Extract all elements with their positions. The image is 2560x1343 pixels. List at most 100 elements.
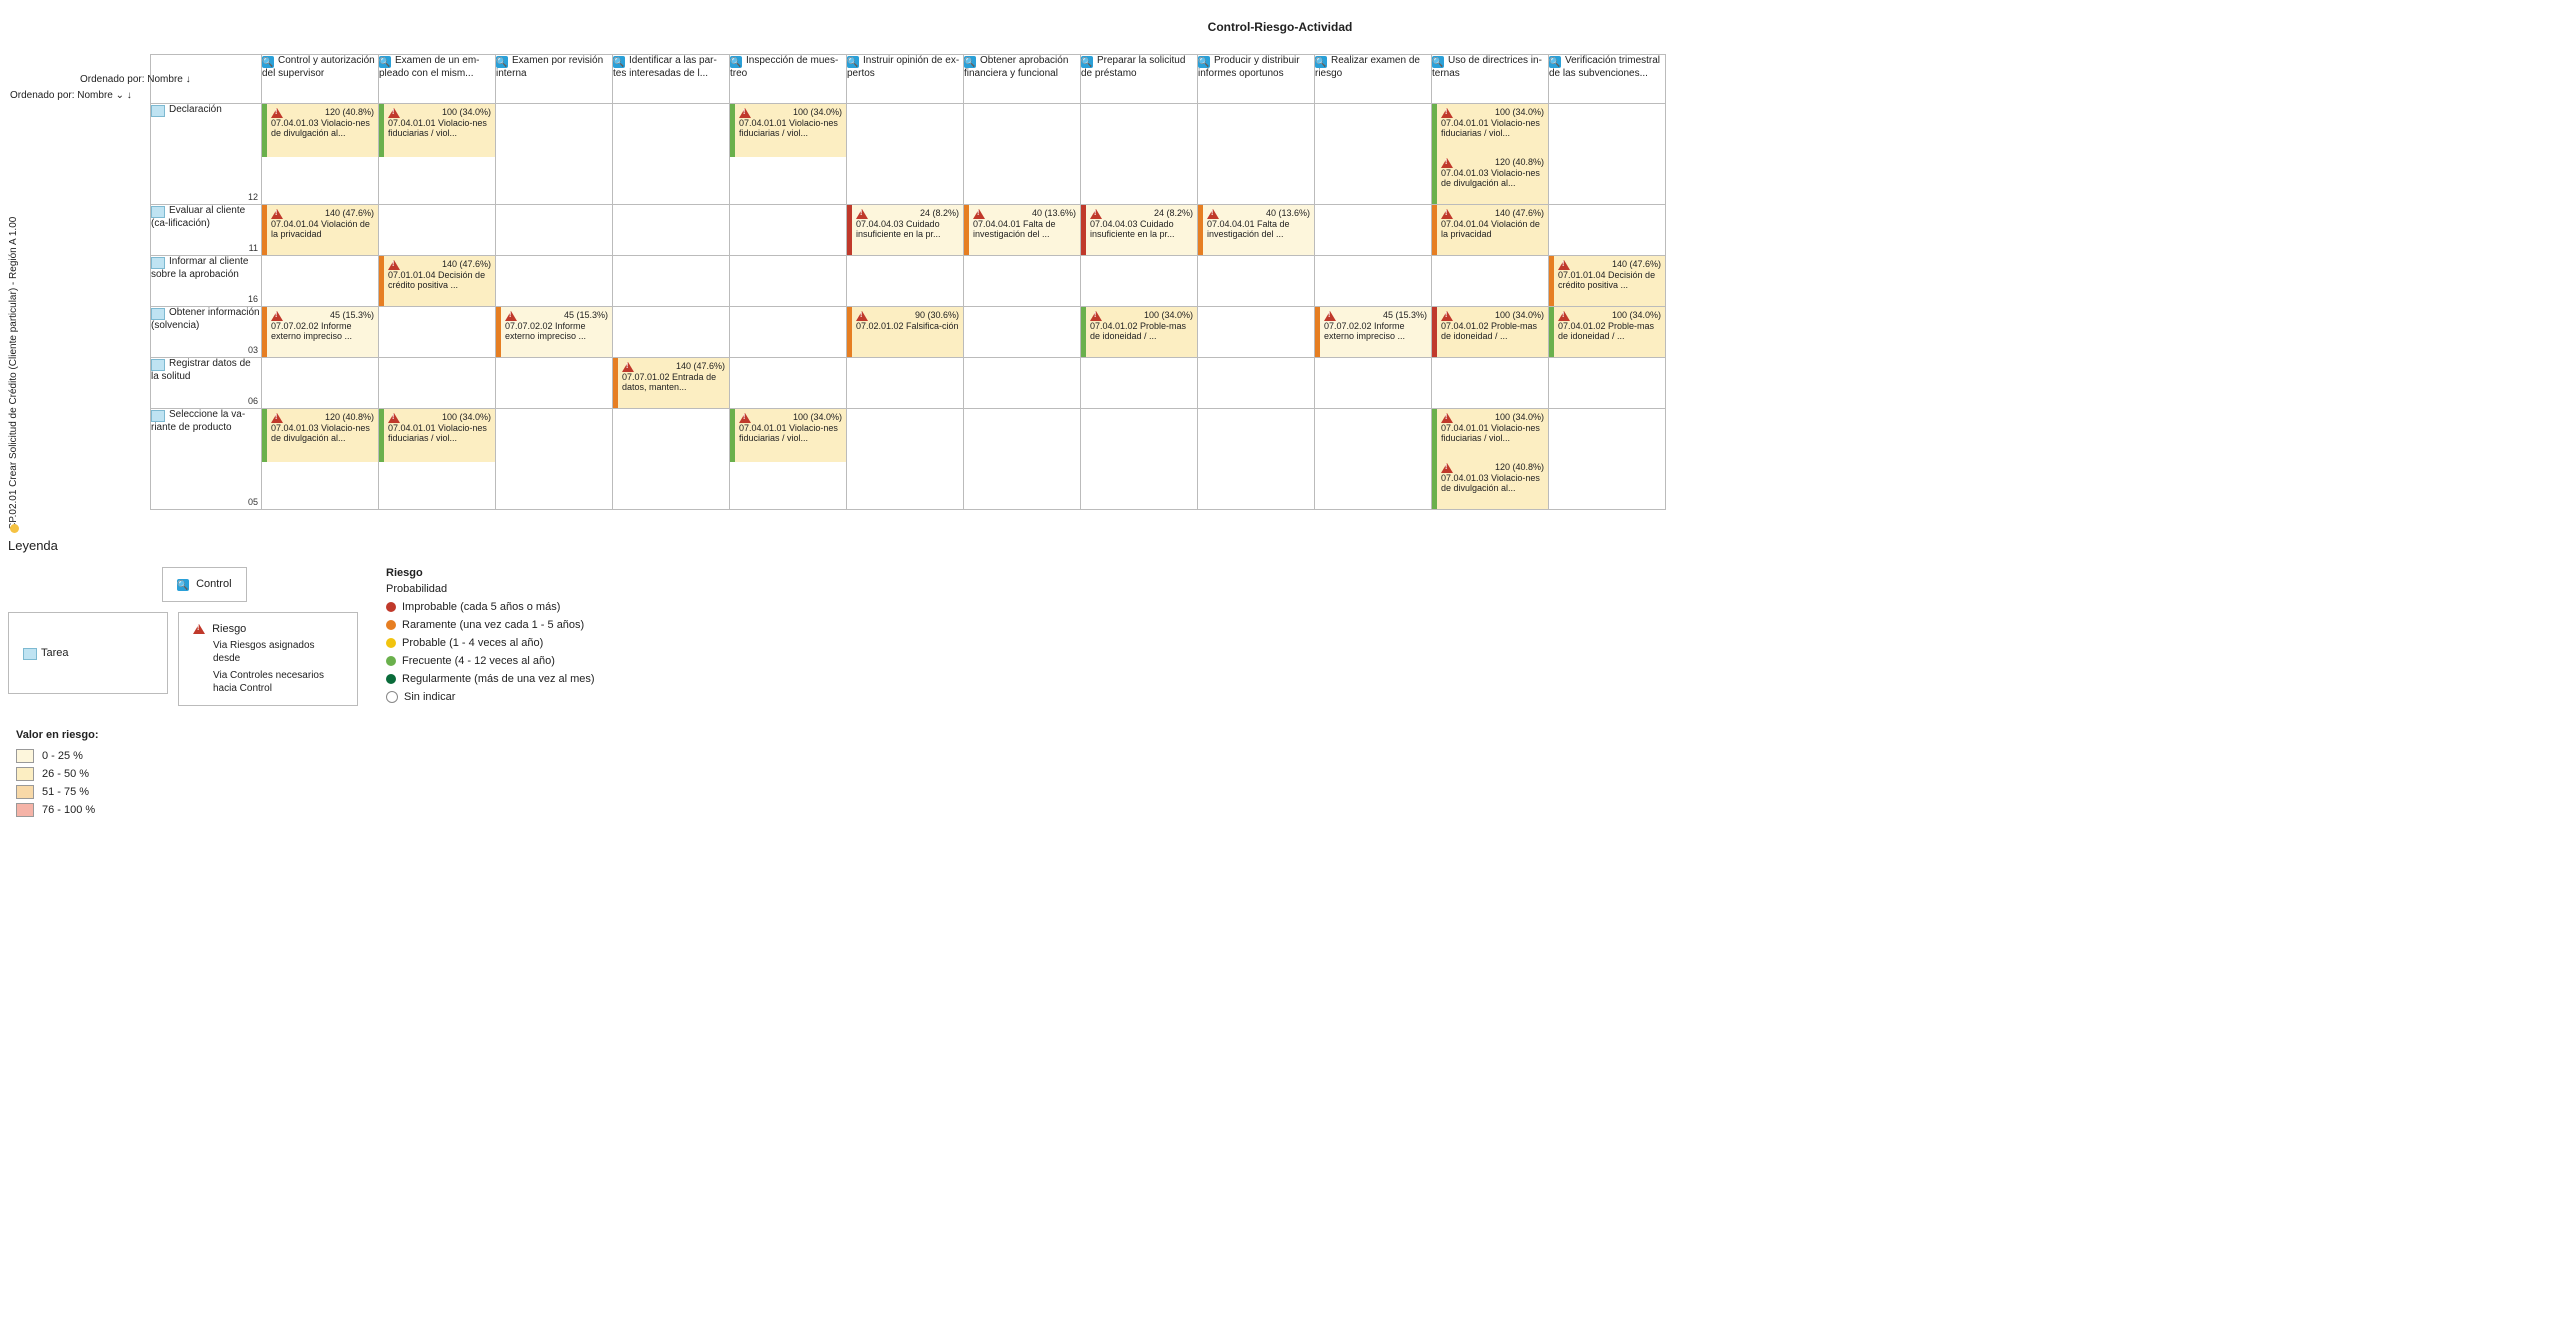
- risk-item[interactable]: 40 (13.6%)07.04.04.01 Falta de investiga…: [1198, 205, 1314, 255]
- matrix-cell: [1432, 358, 1549, 409]
- risk-value: 100 (34.0%): [442, 107, 491, 117]
- matrix-cell: [1081, 409, 1198, 510]
- prob-dot-raramente-icon: [386, 620, 396, 630]
- risk-description: 07.01.01.04 Decisión de crédito positiva…: [1558, 271, 1661, 291]
- risk-item[interactable]: 120 (40.8%)07.04.01.03 Violacio-nes de d…: [1432, 154, 1548, 204]
- risk-item[interactable]: 140 (47.6%)07.01.01.04 Decisión de crédi…: [1549, 256, 1665, 306]
- column-header[interactable]: 🔍Uso de directrices in-ternas: [1432, 55, 1549, 104]
- prob-dot-none-icon: [386, 691, 398, 703]
- risk-item[interactable]: 120 (40.8%)07.04.01.03 Violacio-nes de d…: [262, 409, 378, 462]
- matrix-cell: [1315, 358, 1432, 409]
- control-icon: 🔍: [1198, 56, 1210, 68]
- risk-value: 100 (34.0%): [1495, 107, 1544, 117]
- row-header[interactable]: Declaración12: [151, 104, 262, 205]
- matrix-cell: 140 (47.6%)07.01.01.04 Decisión de crédi…: [1549, 256, 1666, 307]
- column-header[interactable]: 🔍Realizar examen de riesgo: [1315, 55, 1432, 104]
- risk-item[interactable]: 100 (34.0%)07.04.01.01 Violacio-nes fidu…: [1432, 104, 1548, 154]
- risk-description: 07.04.01.03 Violacio-nes de divulgación …: [1441, 169, 1544, 189]
- column-header[interactable]: 🔍Control y autorización del supervisor: [262, 55, 379, 104]
- column-label: Uso de directrices in-ternas: [1432, 55, 1542, 79]
- risk-description: 07.04.01.01 Violacio-nes fiduciarias / v…: [388, 424, 491, 444]
- task-icon: [151, 410, 165, 422]
- risk-icon: [1441, 311, 1453, 321]
- column-header[interactable]: 🔍Instruir opinión de ex-pertos: [847, 55, 964, 104]
- legend-control-box: 🔍 Control: [162, 567, 247, 602]
- matrix-cell: [1081, 358, 1198, 409]
- risk-item[interactable]: 120 (40.8%)07.04.01.03 Violacio-nes de d…: [262, 104, 378, 157]
- probability-legend: Riesgo Probabilidad Improbable (cada 5 a…: [386, 567, 595, 709]
- control-icon: 🔍: [1081, 56, 1093, 68]
- sort-rows-label: Ordenado por: Nombre ⌄ ↓: [10, 90, 132, 101]
- column-header[interactable]: 🔍Obtener aprobación financiera y funcion…: [964, 55, 1081, 104]
- risk-item[interactable]: 45 (15.3%)07.07.02.02 Informe externo im…: [496, 307, 612, 357]
- risk-item[interactable]: 140 (47.6%)07.07.01.02 Entrada de datos,…: [613, 358, 729, 408]
- matrix-cell: 45 (15.3%)07.07.02.02 Informe externo im…: [262, 307, 379, 358]
- row-header[interactable]: Evaluar al cliente (ca-lificación)11: [151, 205, 262, 256]
- prob-legend-subtitle: Probabilidad: [386, 583, 595, 595]
- sort-col-arrow-icon[interactable]: ↓: [186, 74, 191, 85]
- sort-row-arrow-icon[interactable]: ↓: [127, 90, 132, 101]
- sort-row-dropdown-icon[interactable]: ⌄: [116, 90, 124, 101]
- risk-item[interactable]: 140 (47.6%)07.04.01.04 Violación de la p…: [262, 205, 378, 255]
- var-swatch-2-icon: [16, 767, 34, 781]
- risk-item[interactable]: 120 (40.8%)07.04.01.03 Violacio-nes de d…: [1432, 459, 1548, 509]
- row-header[interactable]: Obtener información (solvencia)03: [151, 307, 262, 358]
- risk-icon: [1441, 463, 1453, 473]
- risk-icon: [1441, 108, 1453, 118]
- column-header[interactable]: 🔍Identificar a las par-tes interesadas d…: [613, 55, 730, 104]
- var-swatch-1-icon: [16, 749, 34, 763]
- risk-item[interactable]: 24 (8.2%)07.04.04.03 Cuidado insuficient…: [847, 205, 963, 255]
- control-icon: 🔍: [1432, 56, 1444, 68]
- risk-matrix-grid: 🔍Control y autorización del supervisor🔍E…: [150, 54, 1666, 510]
- risk-item[interactable]: 140 (47.6%)07.04.01.04 Violación de la p…: [1432, 205, 1548, 255]
- risk-item[interactable]: 100 (34.0%)07.04.01.01 Violacio-nes fidu…: [730, 104, 846, 157]
- risk-icon: [271, 209, 283, 219]
- matrix-cell: [496, 205, 613, 256]
- row-header[interactable]: Informar al cliente sobre la aprobación1…: [151, 256, 262, 307]
- risk-description: 07.07.02.02 Informe externo impreciso ..…: [505, 322, 608, 342]
- matrix-cell: 140 (47.6%)07.04.01.04 Violación de la p…: [262, 205, 379, 256]
- row-label: Obtener información (solvencia): [151, 307, 260, 331]
- risk-item[interactable]: 24 (8.2%)07.04.04.03 Cuidado insuficient…: [1081, 205, 1197, 255]
- task-icon: [151, 105, 165, 117]
- risk-description: 07.04.01.02 Proble-mas de idoneidad / ..…: [1558, 322, 1661, 342]
- risk-icon: [193, 624, 205, 634]
- matrix-cell: [1549, 104, 1666, 205]
- matrix-cell: [730, 358, 847, 409]
- risk-item[interactable]: 140 (47.6%)07.01.01.04 Decisión de crédi…: [379, 256, 495, 306]
- row-header[interactable]: Registrar datos de la solitud06: [151, 358, 262, 409]
- column-header[interactable]: 🔍Examen por revisión interna: [496, 55, 613, 104]
- matrix-cell: [730, 205, 847, 256]
- var-swatch-3-icon: [16, 785, 34, 799]
- matrix-cell: [613, 205, 730, 256]
- risk-item[interactable]: 100 (34.0%)07.04.01.02 Proble-mas de ido…: [1549, 307, 1665, 357]
- risk-item[interactable]: 100 (34.0%)07.04.01.01 Violacio-nes fidu…: [379, 409, 495, 462]
- matrix-cell: [379, 358, 496, 409]
- row-header[interactable]: Seleccione la va-riante de producto05: [151, 409, 262, 510]
- column-header[interactable]: 🔍Verificación trimestral de las subvenci…: [1549, 55, 1666, 104]
- risk-description: 07.02.01.02 Falsifica-ción: [856, 322, 959, 332]
- control-icon: 🔍: [177, 579, 189, 591]
- column-header[interactable]: 🔍Producir y distribuir informes oportuno…: [1198, 55, 1315, 104]
- risk-item[interactable]: 100 (34.0%)07.04.01.01 Violacio-nes fidu…: [379, 104, 495, 157]
- matrix-cell: [1198, 409, 1315, 510]
- risk-item[interactable]: 100 (34.0%)07.04.01.02 Proble-mas de ido…: [1081, 307, 1197, 357]
- risk-item[interactable]: 100 (34.0%)07.04.01.01 Violacio-nes fidu…: [730, 409, 846, 462]
- matrix-cell: 100 (34.0%)07.04.01.01 Violacio-nes fidu…: [379, 409, 496, 510]
- risk-item[interactable]: 90 (30.6%)07.02.01.02 Falsifica-ción: [847, 307, 963, 357]
- risk-item[interactable]: 100 (34.0%) 07.04.01.01 Violacio-nes fidu…: [1432, 409, 1548, 459]
- row-index: 06: [248, 396, 258, 406]
- risk-item[interactable]: 45 (15.3%)07.07.02.02 Informe externo im…: [1315, 307, 1431, 357]
- column-header[interactable]: 🔍Preparar la solicitud de préstamo: [1081, 55, 1198, 104]
- risk-value: 100 (34.0%): [1495, 412, 1544, 422]
- risk-description: 07.04.01.01 Violacio-nes fiduciarias / v…: [1441, 424, 1544, 444]
- risk-item[interactable]: 40 (13.6%)07.04.04.01 Falta de investiga…: [964, 205, 1080, 255]
- risk-item[interactable]: 100 (34.0%)07.04.01.02 Proble-mas de ido…: [1432, 307, 1548, 357]
- matrix-cell: 100 (34.0%)07.04.01.02 Proble-mas de ido…: [1432, 307, 1549, 358]
- row-index: 11: [249, 243, 258, 253]
- risk-icon: [739, 108, 751, 118]
- column-header[interactable]: 🔍Inspección de mues-treo: [730, 55, 847, 104]
- risk-item[interactable]: 45 (15.3%)07.07.02.02 Informe externo im…: [262, 307, 378, 357]
- matrix-cell: [730, 307, 847, 358]
- column-header[interactable]: 🔍Examen de un em-pleado con el mism...: [379, 55, 496, 104]
